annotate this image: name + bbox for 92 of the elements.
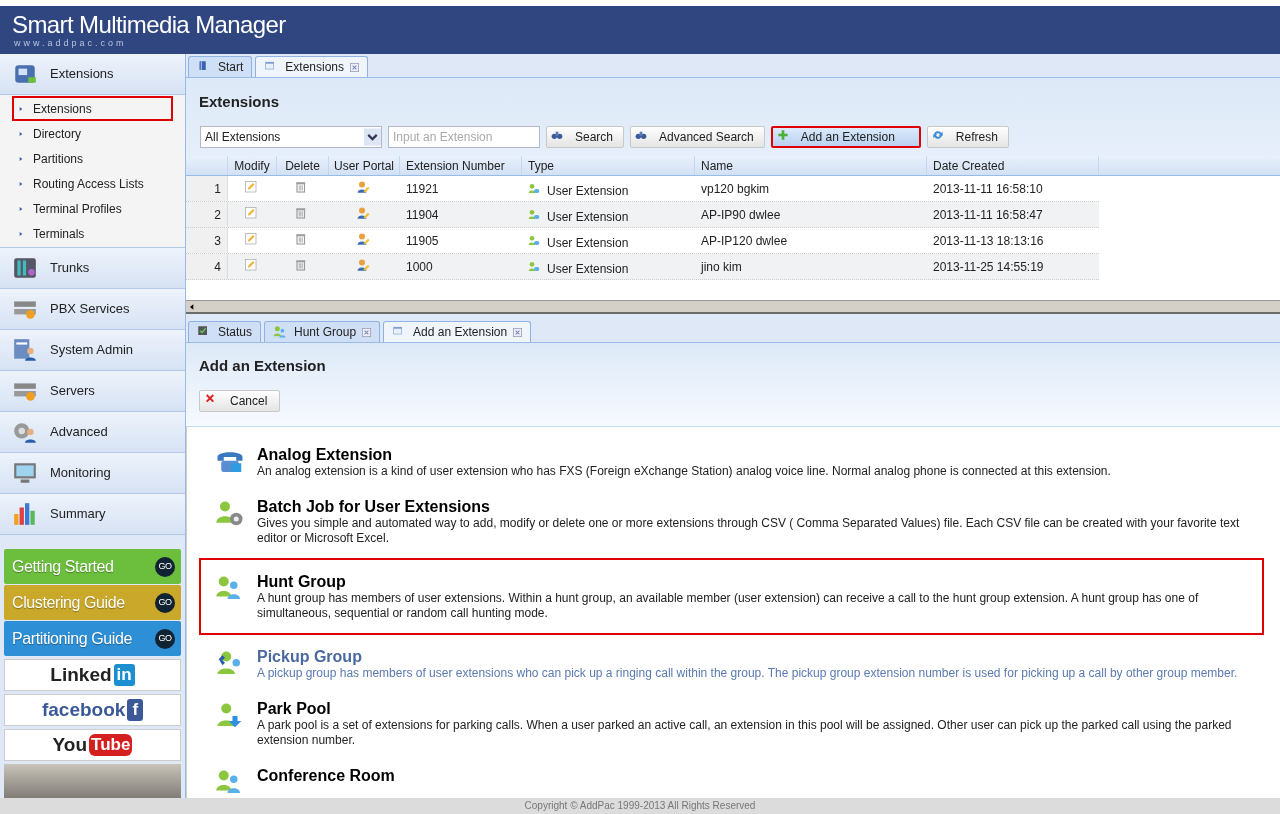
option-description: An analog extension is a kind of user extension who has FXS (Foreign eXchange Station) analog voice line. Normal analog phone is connected at this extension.: [257, 464, 1111, 479]
column-header[interactable]: Date Created: [927, 156, 1099, 175]
sidebar-item[interactable]: Directory: [12, 121, 173, 146]
option-title: Hunt Group: [257, 572, 347, 591]
panel-title: Extensions: [198, 92, 281, 112]
row-number: 1: [186, 176, 228, 201]
admin-icon: [12, 337, 38, 363]
column-header[interactable]: Delete: [277, 156, 329, 175]
app-title: Smart Multimedia Manager: [12, 12, 287, 38]
guide-button[interactable]: Getting Started GO: [4, 549, 181, 584]
panel-title: Add an Extension: [199, 356, 327, 376]
tab[interactable]: Start: [188, 56, 253, 77]
column-header[interactable]: User Portal: [329, 156, 400, 175]
column-header[interactable]: Extension Number: [400, 156, 522, 175]
tab[interactable]: Status: [188, 321, 262, 342]
bar-chart-icon: [12, 501, 38, 527]
extension-type-option[interactable]: [199, 558, 1264, 635]
copyright-text: Copyright © AddPac 1999-2013 All Rights Reserved: [0, 798, 1280, 814]
facebook-link[interactable]: facebook f: [4, 694, 181, 726]
table-cell-text: User Extension: [547, 208, 629, 226]
table-cell-text: 2013-11-11 16:58:47: [932, 206, 1044, 224]
sidebar-section[interactable]: Summary: [0, 494, 185, 535]
sidebar-item[interactable]: Routing Access Lists: [12, 171, 173, 196]
close-icon[interactable]: [513, 327, 523, 337]
tab[interactable]: Extensions: [255, 56, 369, 77]
close-icon[interactable]: [350, 62, 360, 72]
extension-type-option[interactable]: Analog Extension An analog extension is a kind of user extension who has FXS (Foreign eXchange Station) analog voice line. Normal analog phone is connected at this extension.: [199, 439, 1264, 485]
go-badge: GO: [155, 592, 175, 613]
sidebar-section[interactable]: Monitoring: [0, 453, 185, 494]
go-badge: GO: [155, 628, 175, 649]
row-number: 3: [186, 228, 228, 253]
sidebar-item[interactable]: Terminal Profiles: [12, 196, 173, 221]
option-title: Park Pool: [257, 699, 332, 718]
option-description: A pickup group has members of user extensions who can pick up a ringing call within the group. The pickup group extension number is used for picking up a call by other group member.: [257, 666, 1238, 681]
sidebar-section[interactable]: Servers: [0, 371, 185, 412]
option-description: Gives you simple and automated way to add, modify or delete one or more extensions through CSV ( Comma Separated Values) file. Each CSV file can be created with your favorite text editor or Microsoft Excel.: [257, 516, 1241, 546]
table-cell-text: 11905: [405, 232, 440, 250]
tab[interactable]: Hunt Group: [264, 321, 381, 342]
sidebar-section[interactable]: System Admin: [0, 330, 185, 371]
horizontal-scrollbar[interactable]: [186, 300, 1280, 312]
close-icon[interactable]: [362, 327, 372, 337]
sidebar-section[interactable]: PBX Services: [0, 289, 185, 330]
sidebar-section[interactable]: Trunks: [0, 248, 185, 289]
option-title: Batch Job for User Extensions: [257, 497, 491, 516]
sidebar-item[interactable]: Terminals: [12, 221, 173, 246]
filter-dropdown[interactable]: All Extensions: [200, 126, 382, 148]
splitter[interactable]: [186, 312, 1280, 319]
sidebar-section[interactable]: Extensions: [0, 54, 185, 95]
table-cell-text: 11904: [405, 206, 440, 224]
table-cell-text: vp120 bgkim: [700, 180, 771, 198]
guide-button[interactable]: Partitioning Guide GO: [4, 621, 181, 656]
table-cell-text: AP-IP120 dwlee: [700, 232, 789, 250]
option-title: Pickup Group: [257, 647, 363, 666]
monitor-icon: [12, 460, 38, 486]
toolbar-button[interactable]: Refresh: [926, 126, 1009, 148]
table-cell-text: 2013-11-25 14:55:19: [932, 258, 1045, 276]
option-title: Conference Room: [257, 766, 395, 785]
sidebar-item[interactable]: Extensions: [12, 96, 173, 121]
option-description: A hunt group has members of user extensions. Within a hunt group, an available member (user extension) can receive a call to the hunt group extension. A hunt group has one of simultaneous, sequential or random call hunting mode.: [257, 591, 1200, 621]
go-badge: GO: [155, 556, 175, 577]
server-rack-icon: [12, 255, 38, 281]
row-number: 4: [186, 254, 228, 279]
table-cell-text: User Extension: [547, 260, 629, 278]
table-cell-text: User Extension: [547, 182, 629, 200]
table-cell-text: User Extension: [547, 234, 629, 252]
toolbar-button[interactable]: Advanced Search: [630, 126, 765, 148]
scroll-left-icon: [188, 302, 196, 311]
table-cell-text: 2013-11-11 16:58:10: [932, 180, 1044, 198]
toolbar-button[interactable]: Add an Extension: [770, 126, 921, 148]
extension-type-option[interactable]: Pickup Group A pickup group has members of user extensions who can pick up a ringing call within the group. The pickup group extension number is used for picking up a call by other group member.: [199, 641, 1264, 687]
table-cell-text: AP-IP90 dwlee: [700, 206, 782, 224]
table-cell-text: 11921: [405, 180, 440, 198]
guide-button[interactable]: Clustering Guide GO: [4, 585, 181, 620]
cancel-button[interactable]: Cancel: [199, 389, 281, 412]
youtube-link[interactable]: You Tube: [4, 729, 181, 761]
linkedin-link[interactable]: Linked in: [4, 659, 181, 691]
table-cell-text: 2013-11-13 18:13:16: [932, 232, 1045, 250]
app-url: www.addpac.com: [13, 38, 128, 48]
extension-type-option[interactable]: Conference Room: [199, 760, 1264, 798]
tab[interactable]: Add an Extension: [383, 321, 532, 342]
option-description: A park pool is a set of extensions for parking calls. When a user parked an active call, an extension in this pool will be assigned. Other user can pick up the parked call using the parked extension number.: [257, 718, 1233, 748]
search-field[interactable]: Input an Extension: [388, 126, 540, 148]
sidebar-item[interactable]: Partitions: [12, 146, 173, 171]
table-cell-text: jino kim: [699, 258, 743, 276]
sidebar-section[interactable]: Advanced: [0, 412, 185, 453]
column-header[interactable]: Name: [695, 156, 927, 175]
column-header[interactable]: Type: [522, 156, 695, 175]
column-header[interactable]: Modify: [228, 156, 277, 175]
toolbar-button[interactable]: Search: [546, 126, 625, 148]
option-title: Analog Extension: [257, 445, 394, 464]
row-number: 2: [186, 202, 228, 227]
table-cell-text: 1000: [405, 258, 434, 276]
